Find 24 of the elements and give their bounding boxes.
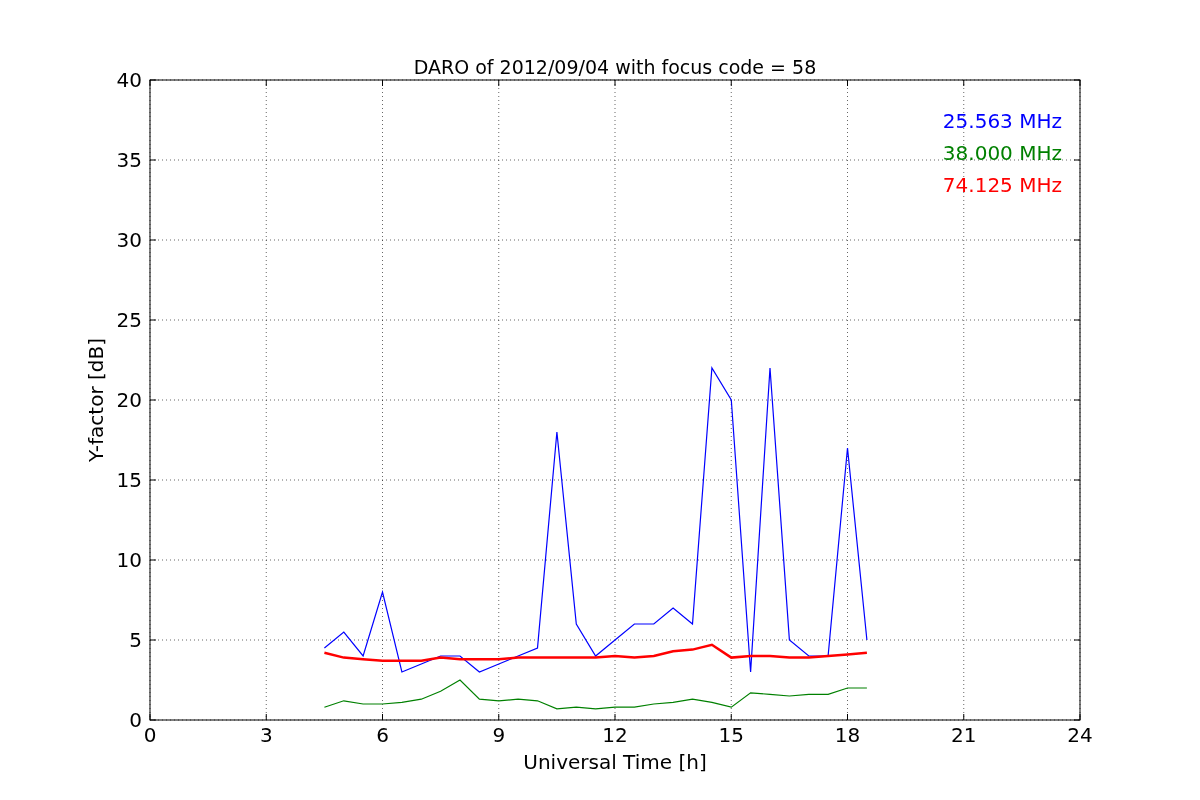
y-tick-label: 5 [129,628,142,652]
x-tick-label: 9 [492,723,506,747]
x-tick-label: 0 [143,723,157,747]
x-tick-label: 12 [602,723,628,747]
y-tick-label: 15 [116,468,142,492]
y-tick-label: 10 [116,548,142,572]
legend-label: 38.000 MHz [942,141,1062,165]
x-tick-label: 18 [834,723,861,747]
x-tick-label: 15 [718,723,744,747]
y-axis-title: Y-factor [dB] [84,338,108,462]
chart-title: DARO of 2012/09/04 with focus code = 58 [413,56,817,78]
legend-label: 25.563 MHz [942,109,1062,133]
y-tick-label: 20 [116,388,142,412]
x-tick-label: 3 [259,723,273,747]
legend-label: 74.125 MHz [942,173,1062,197]
x-axis-title: Universal Time [h] [523,750,707,774]
y-tick-label: 0 [129,708,142,732]
y-tick-label: 30 [116,228,142,252]
y-tick-label: 40 [116,68,142,92]
x-tick-label: 6 [376,723,389,747]
x-tick-label: 24 [1067,723,1093,747]
y-tick-label: 35 [116,148,142,172]
y-tick-label: 25 [116,308,142,332]
x-tick-label: 21 [951,723,977,747]
